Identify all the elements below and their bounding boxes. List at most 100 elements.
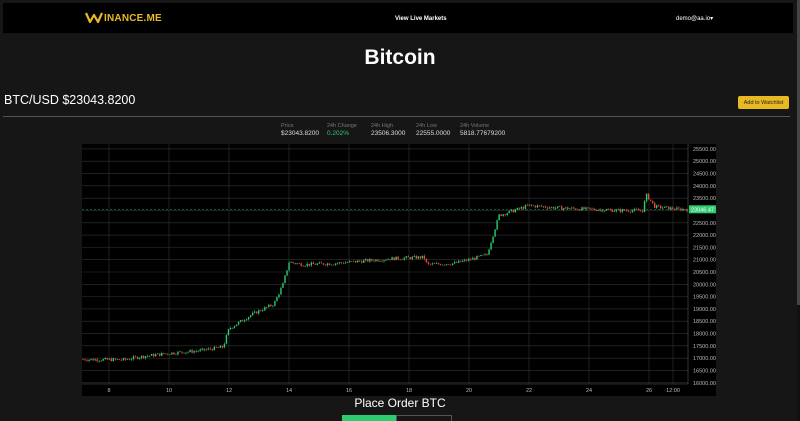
candle-body [526,205,529,206]
candle-body [314,263,317,265]
candle-body [122,358,125,361]
candle-body [678,207,680,209]
candle-body [504,214,506,216]
candle-body [187,351,189,353]
user-menu-dropdown[interactable]: demo@aa.io▾ [676,15,713,22]
candle-body [197,351,199,352]
candle-body [615,209,617,212]
stat-value: $23043.8200 [281,130,319,137]
candle-body [619,209,622,212]
candle-body [613,211,615,212]
candle-body [98,360,100,362]
candle-body [569,208,571,210]
candle-body [637,209,640,211]
stat-24h-low: 24h Low 22555.0000 [416,123,450,137]
candlestick-chart-svg[interactable]: 16000.00 16500.00 17000.00 17500.00 18000.00… [82,144,716,396]
candle-body [264,307,266,311]
candle-body [534,205,537,208]
candle-body [383,260,385,262]
candle-body [512,209,514,213]
candle-body [393,257,395,261]
tab-sell[interactable] [396,415,452,421]
page-title: Bitcoin [364,46,436,69]
candle-body [114,358,117,360]
stat-value: 23506.3000 [371,130,406,137]
candle-body [195,351,197,352]
candle-body [181,351,183,353]
candle-body [668,206,670,210]
candle-body [597,210,599,211]
candle-body [462,260,464,262]
candle-body [357,260,359,263]
candle-body [585,207,587,210]
candle-body [550,206,553,208]
candle-body [326,263,329,266]
candle-body [193,351,195,353]
candle-body [284,275,286,284]
candle-body [437,263,440,265]
candle-body [456,262,458,263]
candle-body [405,256,407,258]
candle-body [486,254,488,255]
candle-body [94,359,96,361]
candle-body [395,256,397,261]
candle-body [150,353,153,356]
y-tick-label: 22500.00 [693,221,716,227]
candle-body [567,207,569,210]
top-navbar: INANCE.ME View Live Markets demo@aa.io▾ [3,3,793,33]
view-live-markets-link[interactable]: View Live Markets [395,16,447,22]
candle-body [520,207,523,209]
candle-body [540,205,543,207]
y-tick-label: 21000.00 [693,258,716,264]
stat-label: 24h Low [416,123,437,129]
y-tick-label: 19000.00 [693,307,716,313]
candle-body [215,346,218,348]
candle-body [227,329,230,336]
candle-body [334,263,337,265]
candle-body [411,256,413,260]
candle-body [233,326,236,328]
candle-body [391,257,393,261]
candle-body [213,346,216,351]
candle-body [684,209,686,210]
candle-body [611,209,613,212]
price-chart[interactable]: 16000.00 16500.00 17000.00 17500.00 18000.00… [82,144,716,396]
candle-body [82,359,84,360]
candle-body [621,209,624,212]
candle-body [686,209,688,212]
candle-body [662,207,664,209]
tab-buy[interactable] [342,415,396,421]
candle-body [385,260,387,261]
candle-body [399,259,401,260]
candle-body [367,259,369,262]
candle-body [419,256,422,259]
candle-body [207,348,209,350]
candle-body [211,349,213,351]
stat-value: 22555.0000 [416,130,451,137]
candle-body [163,352,165,354]
candle-body [171,352,173,355]
candle-body [496,220,498,230]
candle-body [583,207,585,210]
candle-body [84,359,86,361]
candle-body [563,208,565,210]
add-to-watchlist-button[interactable]: Add to Watchlist [738,96,789,109]
candle-body [243,320,246,322]
x-tick-label: 24 [586,388,592,394]
candle-body [302,265,304,267]
candle-body [225,335,228,344]
brand-logo[interactable]: INANCE.ME [85,12,162,24]
candle-body [294,262,296,264]
candle-body [460,260,462,262]
y-tick-label: 22000.00 [693,233,716,239]
x-tick-label: 20 [466,388,472,394]
candle-body [100,360,102,362]
candle-body [435,263,438,264]
y-tick-label: 23500.00 [693,196,716,202]
candle-body [407,256,409,258]
candle-body [254,311,256,313]
candle-body [423,255,426,259]
candle-body [524,205,527,209]
candle-body [346,262,349,263]
candle-body [664,206,666,208]
